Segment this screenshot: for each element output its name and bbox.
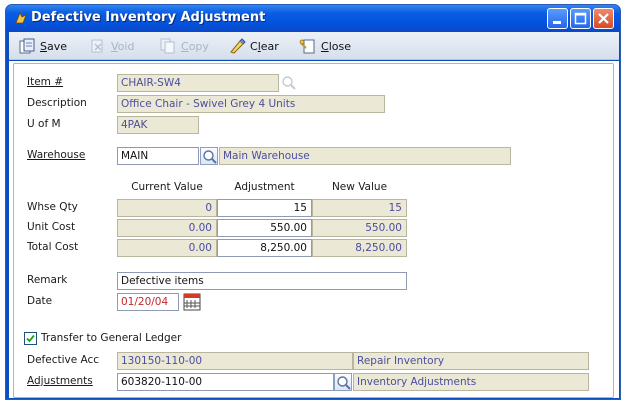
form-groupbox: Item # CHAIR-SW4 Description Office Chai… xyxy=(13,63,614,398)
remark-label: Remark xyxy=(27,274,68,286)
defective-acc-label: Defective Acc xyxy=(27,354,100,366)
description-label: Description xyxy=(27,97,87,109)
unit-cost-new: 550.00 xyxy=(312,219,407,237)
date-label: Date xyxy=(27,295,53,307)
unit-cost-current: 0.00 xyxy=(117,219,217,237)
void-label: Void xyxy=(111,40,135,53)
item-number-field[interactable]: CHAIR-SW4 xyxy=(117,74,279,92)
adjustments-account-name: Inventory Adjustments xyxy=(353,373,589,391)
app-window: Defective Inventory Adjustment Save Void xyxy=(5,4,621,400)
total-cost-label: Total Cost xyxy=(27,241,79,253)
whse-qty-label: Whse Qty xyxy=(27,201,78,213)
maximize-button[interactable] xyxy=(570,8,591,29)
description-field: Office Chair - Swivel Grey 4 Units xyxy=(117,95,385,113)
transfer-gl-label: Transfer to General Ledger xyxy=(41,332,182,344)
save-label: Save xyxy=(40,40,68,53)
title-bar[interactable]: Defective Inventory Adjustment xyxy=(6,5,620,32)
toolbar: Save Void Copy Clear Close xyxy=(9,32,619,60)
copy-label: Copy xyxy=(181,40,209,53)
close-doc-icon xyxy=(299,37,317,55)
save-icon xyxy=(18,37,36,55)
close-window-button[interactable] xyxy=(593,8,614,29)
item-lookup-button[interactable] xyxy=(280,74,298,92)
date-input[interactable]: 01/20/04 xyxy=(117,293,179,311)
whse-qty-adjustment-input[interactable]: 15 xyxy=(217,199,312,217)
defective-account-field: 130150-110-00 xyxy=(117,352,353,370)
item-label: Item # xyxy=(27,76,64,88)
void-icon xyxy=(89,37,107,55)
close-button[interactable]: Close xyxy=(299,38,355,56)
adjustments-account-input[interactable]: 603820-110-00 xyxy=(117,373,334,391)
warehouse-lookup-button[interactable] xyxy=(200,147,218,165)
total-cost-new: 8,250.00 xyxy=(312,239,407,257)
uom-label: U of M xyxy=(27,118,61,130)
warehouse-name-field: Main Warehouse xyxy=(219,147,511,165)
clear-icon xyxy=(228,37,246,55)
void-button[interactable]: Void xyxy=(89,38,139,56)
new-value-header: New Value xyxy=(331,181,388,193)
transfer-gl-checkbox[interactable] xyxy=(24,332,37,345)
defective-account-name: Repair Inventory xyxy=(353,352,589,370)
warehouse-label: Warehouse xyxy=(27,149,86,161)
clear-label: Clear xyxy=(250,40,279,53)
current-value-header: Current Value xyxy=(131,181,203,193)
calendar-icon[interactable] xyxy=(183,293,201,311)
window-title: Defective Inventory Adjustment xyxy=(31,10,266,25)
whse-qty-current: 0 xyxy=(117,199,217,217)
unit-cost-adjustment-input[interactable]: 550.00 xyxy=(217,219,312,237)
adjustments-label: Adjustments xyxy=(27,375,93,387)
total-cost-adjustment-input[interactable]: 8,250.00 xyxy=(217,239,312,257)
total-cost-current: 0.00 xyxy=(117,239,217,257)
app-icon xyxy=(14,11,28,25)
adjustments-lookup-button[interactable] xyxy=(334,373,352,391)
form-body: Item # CHAIR-SW4 Description Office Chai… xyxy=(9,61,619,398)
minimize-button[interactable] xyxy=(547,8,568,29)
copy-button[interactable]: Copy xyxy=(159,38,213,56)
whse-qty-new: 15 xyxy=(312,199,407,217)
save-button[interactable]: Save xyxy=(18,38,70,56)
warehouse-code-input[interactable]: MAIN xyxy=(117,147,199,165)
uom-field: 4PAK xyxy=(117,116,199,134)
adjustment-header: Adjustment xyxy=(234,181,295,193)
unit-cost-label: Unit Cost xyxy=(27,221,76,233)
clear-button[interactable]: Clear xyxy=(228,38,286,56)
close-label: Close xyxy=(321,40,351,53)
copy-icon xyxy=(159,37,177,55)
remark-input[interactable]: Defective items xyxy=(117,272,407,290)
